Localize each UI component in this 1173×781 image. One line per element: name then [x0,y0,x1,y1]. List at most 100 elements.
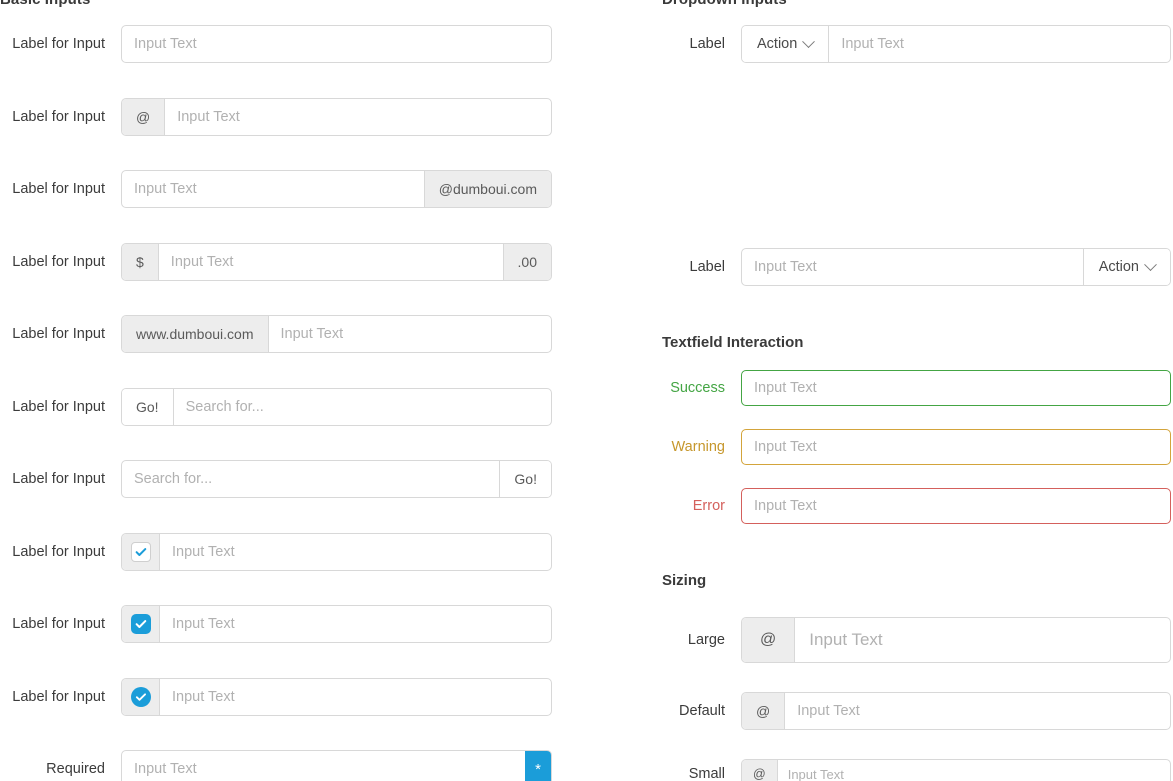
text-input[interactable] [785,693,1170,729]
form-row-domain-suffix: Label for Input @dumboui.com [0,170,586,208]
form-row-currency: Label for Input $ .00 [0,243,586,281]
action-dropdown-trigger[interactable]: Action [1082,249,1170,285]
action-dropdown-label: Action [1098,259,1139,275]
form-row-error: Error [640,488,1173,524]
form-row-success: Success [640,370,1173,406]
text-input[interactable] [122,26,551,62]
input-group-currency: $ .00 [121,243,552,281]
form-row-size-small: Small @ [640,759,1173,781]
input-group-at-prefix: @ [121,98,552,136]
form-row-checkbox-circle: Label for Input [0,678,586,716]
input-group-default: @ [741,692,1171,730]
text-input[interactable] [777,760,1170,781]
form-row-button-right: Label for Input Go! [0,460,586,498]
addon-cents: .00 [502,244,551,280]
checkbox-addon[interactable] [122,534,160,570]
search-input[interactable] [173,389,551,425]
success-label: Success [670,380,725,396]
input-group-url-prefix: www.dumboui.com [121,315,552,353]
input-group-button-right: Go! [121,460,552,498]
input-label: Label for Input [12,471,105,487]
text-input[interactable] [158,244,503,280]
inputs-showcase-page: Basic Inputs Label for Input Label for I… [0,0,1173,781]
input-label: Label for Input [12,254,105,270]
form-row-warning: Warning [640,429,1173,465]
input-label: Label [689,259,725,275]
addon-url: www.dumboui.com [122,316,269,352]
input-label: Label for Input [12,326,105,342]
form-row-url-prefix: Label for Input www.dumboui.com [0,315,586,353]
input-group-dropdown-prefix: Action [741,25,1171,63]
checkbox-addon[interactable] [122,679,160,715]
input-group-warning [741,429,1171,465]
go-button[interactable]: Go! [499,461,551,497]
input-group-checkbox-square [121,605,552,643]
addon-at-symbol: @ [742,693,786,729]
text-input[interactable] [122,171,424,207]
checkbox-filled-circle-icon[interactable] [130,687,151,707]
form-row-size-default: Default @ [640,692,1173,730]
text-input[interactable] [742,489,1170,523]
text-input[interactable] [795,618,1170,662]
chevron-down-icon [802,34,816,48]
input-label: Label for Input [12,616,105,632]
section-heading-sizing: Sizing [662,572,707,589]
addon-dollar-sign: $ [122,244,159,280]
section-heading-dropdown-inputs: Dropdown Inputs [662,0,787,9]
required-label: Required [46,761,105,777]
input-group-checkbox-circle [121,678,552,716]
addon-at-symbol: @ [122,99,166,135]
input-group-button-left: Go! [121,388,552,426]
input-label: Label for Input [12,109,105,125]
input-group-success [741,370,1171,406]
text-input[interactable] [268,316,551,352]
section-heading-textfield-interaction: Textfield Interaction [662,334,804,351]
input-group-plain [121,25,552,63]
input-group-large: @ [741,617,1171,663]
size-label-small: Small [688,766,725,781]
form-row-dropdown-suffix: Label Action [640,248,1173,286]
input-label: Label for Input [12,181,105,197]
size-label-default: Default [679,703,725,719]
text-input[interactable] [742,371,1170,405]
section-heading-basic-inputs: Basic Inputs [0,0,90,9]
text-input[interactable] [829,26,1170,62]
text-input[interactable] [160,606,551,642]
checkbox-filled-square-icon[interactable] [130,614,151,634]
text-input[interactable] [165,99,551,135]
input-group-small: @ [741,759,1171,781]
form-row-checkbox-outline: Label for Input [0,533,586,571]
input-group-checkbox-outline [121,533,552,571]
text-input[interactable] [160,534,551,570]
addon-at-symbol: @ [742,618,796,662]
required-asterisk-button[interactable]: * [525,751,551,781]
size-label-large: Large [687,632,725,648]
text-input[interactable] [122,751,525,781]
input-label: Label [689,36,725,52]
input-group-error [741,488,1171,524]
search-input[interactable] [122,461,500,497]
go-button[interactable]: Go! [122,389,174,425]
checkbox-outline-icon[interactable] [130,542,151,562]
action-dropdown-trigger[interactable]: Action [742,26,830,62]
input-group-domain-suffix: @dumboui.com [121,170,552,208]
text-input[interactable] [742,430,1170,464]
form-row-dropdown-prefix: Label Action [640,25,1173,63]
text-input[interactable] [742,249,1083,285]
form-row-required: Required * [0,750,586,781]
input-label: Label for Input [12,689,105,705]
form-row-at-prefix: Label for Input @ [0,98,586,136]
form-row-plain: Label for Input [0,25,586,63]
input-group-dropdown-suffix: Action [741,248,1171,286]
error-label: Error [692,498,725,514]
input-label: Label for Input [12,36,105,52]
checkbox-addon[interactable] [122,606,160,642]
chevron-down-icon [1144,257,1157,271]
addon-at-symbol: @ [742,760,778,781]
text-input[interactable] [160,679,551,715]
input-label: Label for Input [12,544,105,560]
form-row-button-left: Label for Input Go! [0,388,586,426]
input-label: Label for Input [12,399,105,415]
form-row-size-large: Large @ [640,617,1173,663]
addon-domain: @dumboui.com [423,171,551,207]
